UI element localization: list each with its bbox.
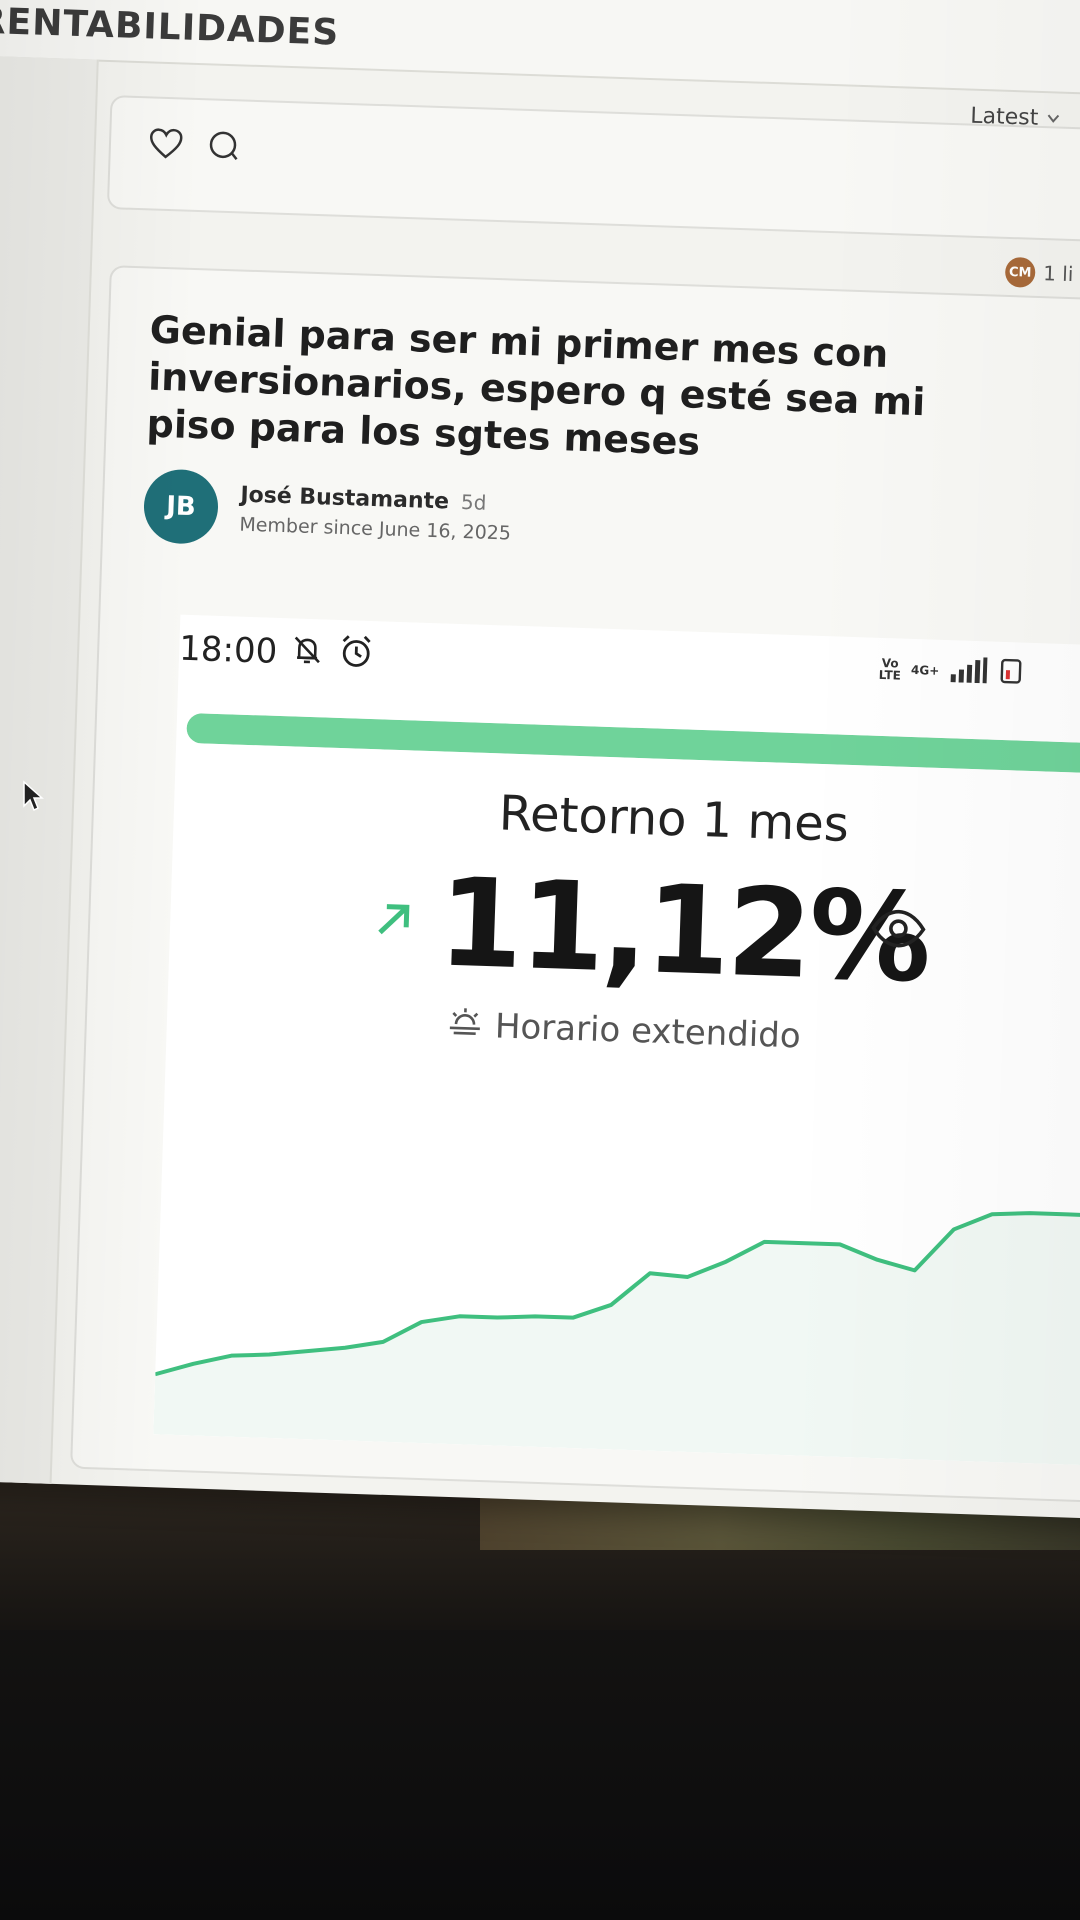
replies-indicator[interactable]: CM 1 li bbox=[1004, 256, 1074, 289]
replies-count: 1 li bbox=[1042, 261, 1074, 287]
sunrise-icon bbox=[446, 1004, 483, 1046]
author-row: JB José Bustamante 5d Member since June … bbox=[142, 468, 513, 554]
previous-post-card bbox=[106, 95, 1080, 246]
progress-fill bbox=[186, 712, 1080, 777]
return-chart bbox=[153, 1211, 1080, 1469]
post-title: Genial para ser mi primer mes con invers… bbox=[146, 307, 926, 464]
forum-header: RENTABILIDADES bbox=[0, 0, 1080, 99]
author-line: José Bustamante 5d bbox=[240, 482, 512, 516]
alarm-icon bbox=[337, 632, 376, 675]
bell-off-icon bbox=[289, 631, 326, 672]
network-type-label: 4G+ bbox=[910, 662, 940, 678]
phone-status-bar: 18:00 Vo LTE 4G+ bbox=[178, 615, 1080, 729]
member-since: Member since June 16, 2025 bbox=[239, 513, 512, 545]
mouse-pointer-icon bbox=[22, 780, 44, 816]
heart-icon[interactable] bbox=[145, 123, 186, 164]
arrow-up-right-icon bbox=[370, 894, 420, 948]
monitor-screen: RENTABILIDADES Latest CM 1 li Genial par… bbox=[0, 0, 1080, 1521]
metric-label: Retorno 1 mes bbox=[498, 785, 850, 853]
author-meta: José Bustamante 5d Member since June 16,… bbox=[239, 482, 512, 544]
photo-stage: RENTABILIDADES Latest CM 1 li Genial par… bbox=[0, 0, 1080, 1920]
status-right: Vo LTE 4G+ bbox=[879, 654, 1026, 689]
battery-icon bbox=[999, 658, 1026, 689]
eye-icon[interactable] bbox=[870, 908, 927, 954]
status-icons bbox=[289, 630, 376, 675]
author-name[interactable]: José Bustamante bbox=[240, 482, 449, 514]
volte-label: Vo LTE bbox=[878, 655, 902, 683]
post-age: 5d bbox=[460, 489, 487, 515]
forum-title: RENTABILIDADES bbox=[0, 0, 340, 54]
reaction-row bbox=[145, 123, 244, 166]
avatar[interactable]: JB bbox=[142, 468, 220, 545]
metric-value-row: 11,12% bbox=[368, 849, 931, 1010]
signal-icon bbox=[949, 656, 990, 687]
chart-area bbox=[153, 1213, 1080, 1469]
progress-bar bbox=[186, 712, 1080, 777]
comment-icon[interactable] bbox=[203, 125, 244, 166]
post-card: Genial para ser mi primer mes con invers… bbox=[70, 265, 1080, 1506]
metric-value: 11,12% bbox=[436, 851, 931, 1010]
reply-avatar: CM bbox=[1004, 256, 1036, 288]
status-time: 18:00 bbox=[178, 628, 278, 672]
embedded-screenshot[interactable]: 18:00 Vo LTE 4G+ Retorno 1 mes 11,12% Ho… bbox=[153, 614, 1080, 1469]
